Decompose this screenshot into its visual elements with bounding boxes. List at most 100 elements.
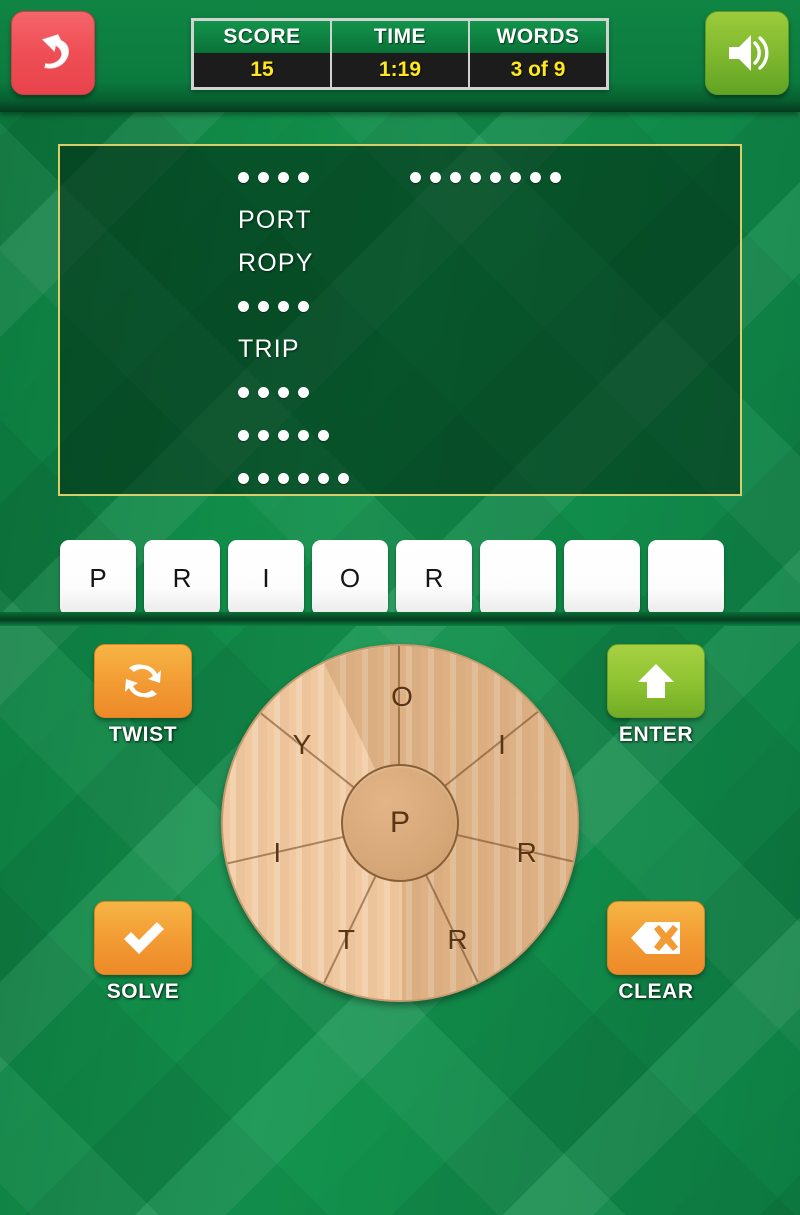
word-dot	[278, 430, 289, 441]
sound-toggle-button[interactable]	[705, 11, 789, 95]
word-dot	[258, 172, 269, 183]
word-dot	[258, 430, 269, 441]
word-dot	[238, 387, 249, 398]
word-hidden-dots	[238, 172, 309, 183]
word-row	[238, 285, 478, 328]
refresh-cycle-icon	[125, 664, 161, 698]
stat-score-value: 15	[194, 53, 330, 87]
clear-button-label: CLEAR	[618, 980, 694, 1003]
word-list-panel: PORT ROPY TRIP	[58, 144, 742, 496]
word-dot	[238, 172, 249, 183]
clear-button-pad	[607, 901, 705, 975]
stat-time-label: TIME	[332, 21, 468, 53]
word-dot	[470, 172, 481, 183]
word-hidden-dots	[238, 473, 349, 484]
letter-tile-empty[interactable]	[480, 540, 556, 616]
twist-button[interactable]: TWIST	[94, 644, 192, 747]
twist-button-label: TWIST	[108, 723, 178, 746]
word-hidden-dots	[410, 172, 561, 183]
word-dot	[298, 430, 309, 441]
word-dot	[258, 301, 269, 312]
wheel-segment-letter[interactable]: T	[338, 924, 355, 956]
word-dot	[550, 172, 561, 183]
word-dot	[238, 473, 249, 484]
stat-score-label: SCORE	[194, 21, 330, 53]
current-word-tiles[interactable]: PRIOR	[60, 540, 740, 616]
up-arrow-icon	[638, 664, 674, 698]
word-dot	[318, 430, 329, 441]
word-dot	[338, 473, 349, 484]
wheel-segment-letter[interactable]: O	[391, 681, 413, 713]
letter-tile-filled[interactable]: I	[228, 540, 304, 616]
clear-button[interactable]: CLEAR	[607, 901, 705, 1004]
word-dot	[530, 172, 541, 183]
word-dot	[298, 172, 309, 183]
word-solved-text: PORT	[238, 206, 312, 234]
word-hidden-dots	[238, 387, 309, 398]
solve-button[interactable]: SOLVE	[94, 901, 192, 1004]
stat-score: SCORE 15	[194, 21, 332, 87]
checkmark-icon	[124, 922, 164, 954]
letter-tile-empty[interactable]	[648, 540, 724, 616]
enter-button[interactable]: ENTER	[607, 644, 705, 747]
section-divider	[0, 612, 800, 626]
letter-tile-filled[interactable]: P	[60, 540, 136, 616]
letter-tile-filled[interactable]: R	[396, 540, 472, 616]
word-dot	[298, 473, 309, 484]
word-dot	[278, 387, 289, 398]
letter-tile-filled[interactable]: R	[144, 540, 220, 616]
word-dot	[318, 473, 329, 484]
word-row	[238, 414, 478, 457]
solve-button-label: SOLVE	[106, 980, 180, 1003]
word-dot	[238, 430, 249, 441]
wheel-segment-letter[interactable]: I	[273, 837, 281, 869]
stat-time: TIME 1:19	[332, 21, 470, 87]
wheel-segment-letter[interactable]: I	[498, 729, 506, 761]
stat-time-value: 1:19	[332, 53, 468, 87]
word-row: TRIP	[238, 328, 478, 371]
backspace-icon	[631, 922, 680, 954]
word-column-right	[410, 156, 710, 199]
word-hidden-dots	[238, 430, 329, 441]
letter-tile-filled[interactable]: O	[312, 540, 388, 616]
word-row: ROPY	[238, 242, 478, 285]
word-row: PORT	[238, 199, 478, 242]
word-row	[410, 156, 710, 199]
stat-words: WORDS 3 of 9	[470, 21, 606, 87]
letter-wheel[interactable]: O I R R T I Y P	[221, 644, 579, 1002]
word-hidden-dots	[238, 301, 309, 312]
word-dot	[258, 473, 269, 484]
word-dot	[258, 387, 269, 398]
word-dot	[238, 301, 249, 312]
word-solved-text: TRIP	[238, 335, 300, 363]
speaker-on-icon	[729, 35, 769, 71]
stats-panel: SCORE 15 TIME 1:19 WORDS 3 of 9	[191, 18, 609, 90]
word-row	[238, 457, 478, 494]
top-bar: SCORE 15 TIME 1:19 WORDS 3 of 9	[0, 0, 800, 112]
wheel-center-letter[interactable]: P	[341, 764, 459, 882]
stat-words-value: 3 of 9	[470, 53, 606, 87]
wheel-segment-letter[interactable]: R	[517, 837, 537, 869]
word-dot	[430, 172, 441, 183]
word-dot	[298, 301, 309, 312]
word-dot	[490, 172, 501, 183]
word-solved-text: ROPY	[238, 249, 314, 277]
wheel-segment-letter[interactable]: R	[447, 924, 467, 956]
enter-button-pad	[607, 644, 705, 718]
enter-button-label: ENTER	[618, 723, 694, 746]
back-arrow-icon	[41, 34, 69, 69]
wheel-segment-letter[interactable]: Y	[293, 729, 312, 761]
word-dot	[278, 172, 289, 183]
word-dot	[278, 473, 289, 484]
stat-words-label: WORDS	[470, 21, 606, 53]
word-dot	[450, 172, 461, 183]
word-dot	[278, 301, 289, 312]
word-dot	[298, 387, 309, 398]
letter-tile-empty[interactable]	[564, 540, 640, 616]
word-row	[238, 371, 478, 414]
word-dot	[510, 172, 521, 183]
back-button[interactable]	[11, 11, 95, 95]
word-column-left: PORT ROPY TRIP	[238, 156, 478, 494]
word-dot	[410, 172, 421, 183]
twist-button-pad	[94, 644, 192, 718]
